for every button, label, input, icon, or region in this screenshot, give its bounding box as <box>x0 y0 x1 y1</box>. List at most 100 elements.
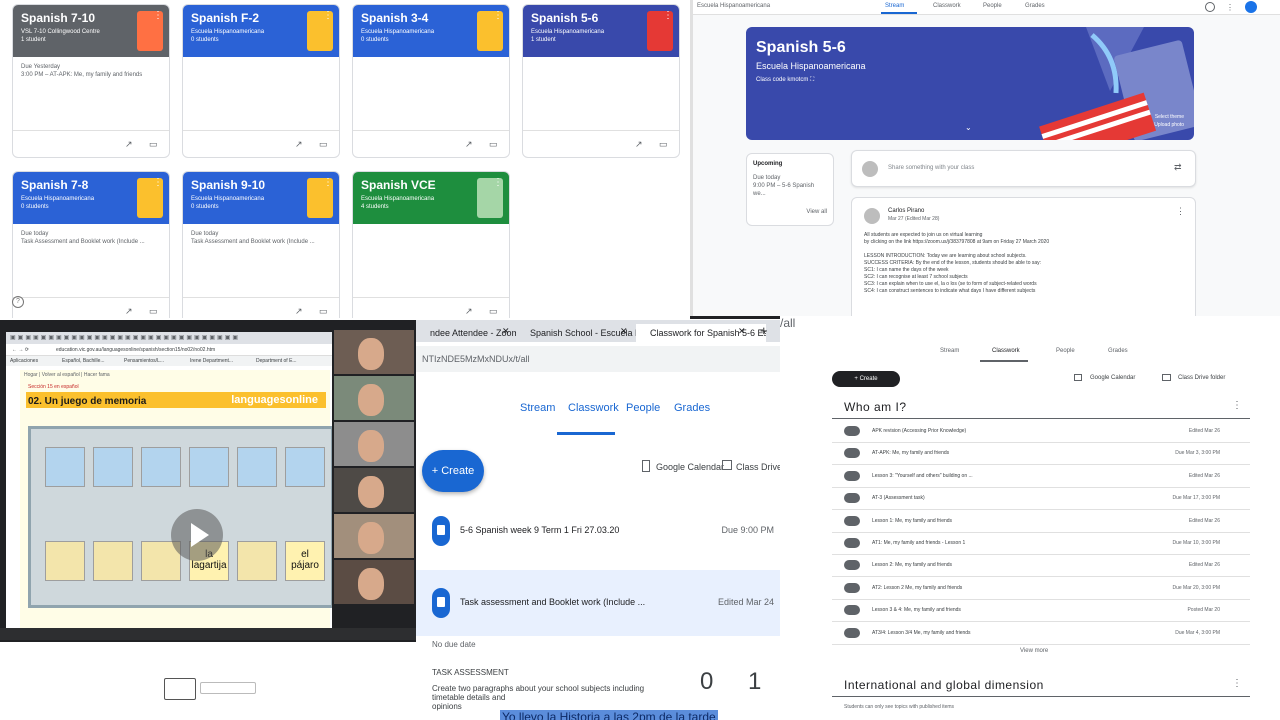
tab-grades[interactable]: Grades <box>1025 3 1045 9</box>
folder-icon[interactable]: ▭ <box>149 139 158 150</box>
google-calendar-link[interactable]: Google Calendar <box>656 462 724 472</box>
classwork-url[interactable]: NTIzNDE5MzMxNDUx/t/all <box>416 346 780 372</box>
play-icon[interactable] <box>171 509 223 561</box>
view-all-link[interactable]: View all <box>753 208 827 216</box>
bookmark-item[interactable]: Pensamientos/L... <box>124 356 164 366</box>
class-card-header[interactable]: Spanish 7-10 VSL 7-10 Collingwood Centre 1… <box>13 5 169 57</box>
folder-icon[interactable] <box>722 460 732 470</box>
nav-grades[interactable]: Grades <box>674 402 710 414</box>
participant-video[interactable] <box>334 468 414 512</box>
create-button[interactable]: + Create <box>422 450 484 492</box>
more-options-icon[interactable]: ⋮ <box>323 11 333 21</box>
new-tab-button[interactable]: + <box>760 323 768 338</box>
class-card[interactable]: Spanish 7-10 VSL 7-10 Collingwood Centre 1… <box>12 4 170 158</box>
tab-stream[interactable]: Stream <box>885 3 904 9</box>
browser-tab-zoom[interactable]: ndee Attendee - Zoom <box>416 324 530 342</box>
class-card[interactable]: Spanish 3-4 Escuela Hispanoamericana 0 stu… <box>352 4 510 158</box>
class-card[interactable]: Spanish 5-6 Escuela Hispanoamericana 1 stu… <box>522 4 680 158</box>
more-options-icon[interactable]: ⋮ <box>153 11 163 21</box>
chevron-down-icon[interactable]: ⌄ <box>965 123 972 132</box>
site-breadcrumb[interactable]: Hogar | Volver al español | Hacer fama <box>24 372 110 378</box>
tab-grades[interactable]: Grades <box>1108 348 1128 354</box>
upcoming-item[interactable]: 9:00 PM – 5-6 Spanish we... <box>753 182 827 198</box>
tab-strip-icons[interactable]: ▣▣▣▣▣▣▣▣▣▣▣▣▣▣▣▣▣▣▣▣▣▣▣▣▣▣▣▣▣▣ <box>10 334 240 341</box>
folder-icon[interactable]: ▭ <box>149 306 158 317</box>
participant-video[interactable] <box>334 514 414 558</box>
class-card-task[interactable]: Task Assessment and Booklet work (Includ… <box>21 238 161 246</box>
tab-people[interactable]: People <box>983 3 1002 9</box>
class-card-task[interactable]: 3:00 PM – AT-APK: Me, my family and frie… <box>21 71 161 79</box>
browser-url-bar[interactable]: ← → ⟳ education.vic.gov.au/languagesonli… <box>6 344 332 356</box>
classwork-item[interactable]: Lesson 1: Me, my family and friends Edite… <box>832 510 1250 533</box>
tab-stream[interactable]: Stream <box>940 348 959 354</box>
dropdown-select[interactable] <box>200 682 256 694</box>
participant-video[interactable] <box>334 376 414 420</box>
bookmark-item[interactable]: Irene Department... <box>190 356 233 366</box>
nav-stream[interactable]: Stream <box>520 402 555 414</box>
class-code[interactable]: Class code kmotcm ⛶ <box>756 77 814 84</box>
folder-icon[interactable] <box>1162 374 1171 381</box>
memory-tile[interactable] <box>285 447 325 487</box>
bookmark-item[interactable]: Aplicaciones <box>10 356 38 366</box>
word-tile-pajaro[interactable]: el pájaro <box>285 541 325 581</box>
class-card-header[interactable]: Spanish 5-6 Escuela Hispanoamericana 1 stu… <box>523 5 679 57</box>
topic-more-icon[interactable]: ⋮ <box>1232 678 1242 689</box>
class-card[interactable]: Spanish 7-8 Escuela Hispanoamericana 0 stu… <box>12 171 170 318</box>
class-card-header[interactable]: Spanish 7-8 Escuela Hispanoamericana 0 stu… <box>13 172 169 224</box>
classwork-item[interactable]: AT-3 (Assessment task) Due Mar 17, 3:00 P… <box>832 487 1250 511</box>
memory-tile[interactable] <box>93 541 133 581</box>
calendar-icon[interactable] <box>642 460 650 472</box>
close-tab-icon[interactable]: ✕ <box>620 326 628 337</box>
participant-video[interactable] <box>334 330 414 374</box>
calendar-icon[interactable] <box>1074 374 1082 381</box>
class-card[interactable]: Spanish F-2 Escuela Hispanoamericana 0 stu… <box>182 4 340 158</box>
class-drive-link[interactable]: Class Drive folder <box>1178 375 1225 381</box>
memory-tile[interactable] <box>189 447 229 487</box>
more-options-icon[interactable]: ⋮ <box>493 178 503 188</box>
trending-icon[interactable]: ↗ <box>465 306 473 317</box>
folder-icon[interactable]: ▭ <box>489 306 498 317</box>
folder-icon[interactable]: ▭ <box>489 139 498 150</box>
class-card-task[interactable]: Task Assessment and Booklet work (Includ… <box>191 238 331 246</box>
bookmark-item[interactable]: Español, Bachille... <box>62 356 105 366</box>
more-options-icon[interactable]: ⋮ <box>663 11 673 21</box>
assignment-row-selected[interactable]: Task assessment and Booklet work (Includ… <box>416 570 780 636</box>
trending-icon[interactable]: ↗ <box>125 306 133 317</box>
memory-tile[interactable] <box>141 447 181 487</box>
folder-icon[interactable]: ▭ <box>319 139 328 150</box>
tab-people[interactable]: People <box>1056 348 1075 354</box>
upload-photo-link[interactable]: Upload photo <box>1154 121 1184 129</box>
more-options-icon[interactable]: ⋮ <box>153 178 163 188</box>
repost-icon[interactable]: ⇄ <box>1174 162 1182 173</box>
select-theme-link[interactable]: Select theme <box>1154 113 1184 121</box>
classwork-item[interactable]: Lesson 3: "Yourself and others" building… <box>832 465 1250 488</box>
folder-icon[interactable]: ▭ <box>319 306 328 317</box>
assignment-row[interactable]: 5-6 Spanish week 9 Term 1 Fri 27.03.20 D… <box>416 498 780 564</box>
memory-tile[interactable] <box>45 447 85 487</box>
class-card-header[interactable]: Spanish VCE Escuela Hispanoamericana 4 stu… <box>353 172 509 224</box>
share-box[interactable]: Share something with your class ⇄ <box>851 150 1196 187</box>
memory-tile[interactable] <box>93 447 133 487</box>
classwork-item[interactable]: AT2: Lesson 2 Me, my family and friends D… <box>832 577 1250 600</box>
more-options-icon[interactable]: ⋮ <box>493 11 503 21</box>
account-avatar[interactable] <box>1245 1 1257 13</box>
browser-tab-school[interactable]: Spanish School - Escuela Hispan <box>516 324 648 342</box>
apps-icon[interactable]: ⋮ <box>1226 3 1234 12</box>
view-more-link[interactable]: View more <box>1020 648 1048 654</box>
class-card-header[interactable]: Spanish 9-10 Escuela Hispanoamericana 0 st… <box>183 172 339 224</box>
settings-icon[interactable] <box>1205 2 1215 12</box>
class-card[interactable]: Spanish 9-10 Escuela Hispanoamericana 0 st… <box>182 171 340 318</box>
post-line[interactable]: by clicking on the link https://zoom.us/… <box>864 239 1184 246</box>
google-calendar-link[interactable]: Google Calendar <box>1090 375 1135 381</box>
trending-icon[interactable]: ↗ <box>295 139 303 150</box>
trending-icon[interactable]: ↗ <box>125 139 133 150</box>
memory-tile[interactable] <box>237 447 277 487</box>
classwork-item[interactable]: AT3/4: Lesson 3/4 Me, my family and frie… <box>832 622 1250 645</box>
class-drive-link[interactable]: Class Drive f <box>736 462 780 472</box>
tab-classwork[interactable]: Classwork <box>933 3 961 9</box>
trending-icon[interactable]: ↗ <box>465 139 473 150</box>
nav-people[interactable]: People <box>626 402 660 414</box>
more-options-icon[interactable]: ⋮ <box>1176 207 1185 216</box>
memory-tile[interactable] <box>45 541 85 581</box>
create-button[interactable]: + Create <box>832 371 900 387</box>
